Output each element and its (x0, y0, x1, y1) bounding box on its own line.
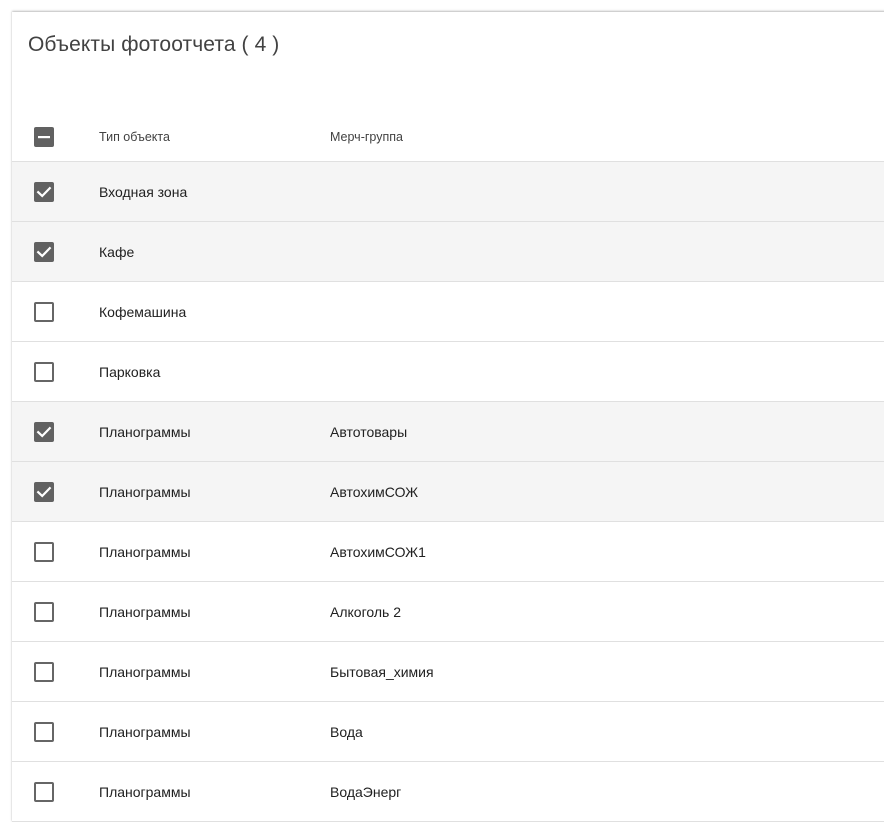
merch-group-cell: Автотовары (330, 423, 408, 440)
object-type-cell: Входная зона (99, 183, 188, 200)
object-type-cell: Кафе (99, 243, 135, 260)
row-checkbox[interactable] (34, 361, 54, 382)
checkmark-icon (36, 186, 52, 198)
objects-table: Тип объекта Мерч-группа Входная зона Кафе… (12, 112, 884, 822)
row-checkbox[interactable] (34, 481, 54, 502)
table-row[interactable]: Планограммы ВодаЭнерг (12, 762, 884, 822)
select-all-checkbox[interactable] (34, 126, 54, 147)
table-body: Входная зона Кафе Кофемашина Парковка Планог… (12, 162, 884, 822)
row-checkbox[interactable] (34, 181, 54, 202)
row-checkbox[interactable] (34, 781, 54, 802)
merch-group-cell: ВодаЭнерг (330, 783, 402, 800)
row-checkbox[interactable] (34, 601, 54, 622)
row-checkbox[interactable] (34, 721, 54, 742)
table-row[interactable]: Планограммы АвтохимСОЖ1 (12, 522, 884, 582)
merch-group-cell: Бытовая_химия (330, 663, 434, 680)
merch-group-cell: Алкоголь 2 (330, 603, 401, 620)
merch-group-cell: АвтохимСОЖ (330, 483, 419, 500)
table-row[interactable]: Кафе (12, 222, 884, 282)
merch-group-cell: АвтохимСОЖ1 (330, 543, 426, 560)
row-checkbox[interactable] (34, 661, 54, 682)
minus-icon (38, 135, 50, 138)
object-type-cell: Планограммы (99, 603, 191, 620)
table-row[interactable]: Планограммы Алкоголь 2 (12, 582, 884, 642)
table-row[interactable]: Планограммы Бытовая_химия (12, 642, 884, 702)
row-checkbox[interactable] (34, 241, 54, 262)
object-type-cell: Планограммы (99, 723, 191, 740)
object-type-cell: Парковка (99, 363, 161, 380)
panel-title: Объекты фотоотчета ( 4 ) (28, 33, 280, 56)
object-type-cell: Планограммы (99, 783, 191, 800)
object-type-cell: Планограммы (99, 663, 191, 680)
table-row[interactable]: Планограммы АвтохимСОЖ (12, 462, 884, 522)
object-type-cell: Планограммы (99, 483, 191, 500)
photo-report-objects-panel: Объекты фотоотчета ( 4 ) Тип объекта Мер… (12, 12, 884, 822)
merch-group-cell: Вода (330, 723, 363, 740)
object-type-cell: Планограммы (99, 543, 191, 560)
object-type-cell: Планограммы (99, 423, 191, 440)
row-checkbox[interactable] (34, 541, 54, 562)
table-row[interactable]: Кофемашина (12, 282, 884, 342)
column-header-merch-group[interactable]: Мерч-группа (330, 130, 403, 144)
table-row[interactable]: Планограммы Вода (12, 702, 884, 762)
table-row[interactable]: Планограммы Автотовары (12, 402, 884, 462)
column-header-object-type[interactable]: Тип объекта (99, 130, 170, 144)
row-checkbox[interactable] (34, 421, 54, 442)
checkmark-icon (36, 246, 52, 258)
checkmark-icon (36, 426, 52, 438)
object-type-cell: Кофемашина (99, 303, 187, 320)
table-header-row: Тип объекта Мерч-группа (12, 112, 884, 162)
table-row[interactable]: Входная зона (12, 162, 884, 222)
checkmark-icon (36, 486, 52, 498)
row-checkbox[interactable] (34, 301, 54, 322)
table-row[interactable]: Парковка (12, 342, 884, 402)
